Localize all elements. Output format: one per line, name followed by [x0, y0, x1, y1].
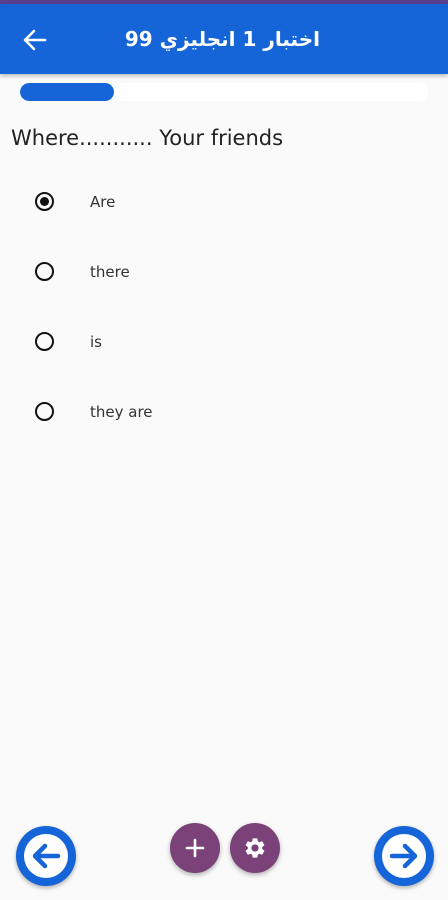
radio-button[interactable] [35, 332, 54, 351]
arrow-left-circle-icon [32, 843, 61, 869]
arrow-right-circle-icon [389, 843, 418, 869]
option-they-are[interactable]: they are [0, 378, 448, 448]
radio-button[interactable] [35, 192, 54, 211]
previous-button[interactable] [16, 826, 76, 886]
app-bar: اختبار 1 انجليزي 99 [0, 4, 448, 74]
answer-options: Are there is they are [0, 168, 448, 448]
progress-bar [20, 83, 428, 101]
back-button[interactable] [18, 26, 52, 54]
add-button[interactable] [170, 823, 220, 873]
next-button-face [382, 834, 426, 878]
arrow-left-icon [23, 29, 47, 51]
next-button[interactable] [374, 826, 434, 886]
plus-icon [185, 838, 205, 858]
radio-button[interactable] [35, 262, 54, 281]
previous-button-face [24, 834, 68, 878]
option-is[interactable]: is [0, 308, 448, 378]
gear-icon [245, 838, 265, 858]
progress-fill [20, 83, 114, 101]
option-label: there [90, 263, 130, 281]
radio-button[interactable] [35, 402, 54, 421]
option-there[interactable]: there [0, 238, 448, 308]
option-are[interactable]: Are [0, 168, 448, 238]
app-screen: اختبار 1 انجليزي 99 Where........... You… [0, 0, 448, 900]
page-title: اختبار 1 انجليزي 99 [124, 27, 320, 51]
option-label: they are [90, 403, 153, 421]
question-text: Where........... Your friends [11, 126, 284, 150]
option-label: is [90, 333, 102, 351]
settings-button[interactable] [230, 823, 280, 873]
option-label: Are [90, 193, 116, 211]
